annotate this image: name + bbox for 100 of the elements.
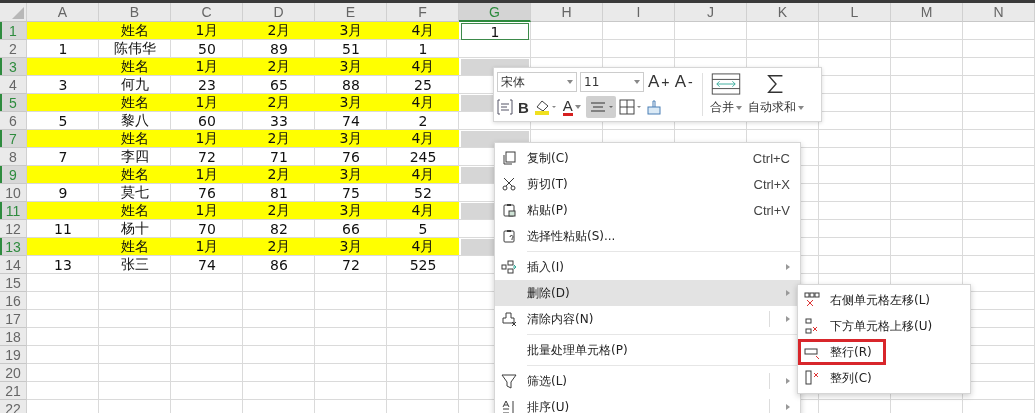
table-cell-text: 89 [269, 40, 289, 57]
caret-icon [634, 80, 640, 84]
table-cell-text: 莫七 [120, 184, 150, 201]
column-header[interactable]: J [675, 3, 747, 22]
table-cell: 1月 [171, 238, 243, 255]
row-header[interactable]: 16 [0, 292, 27, 310]
column-header[interactable]: F [387, 3, 459, 22]
column-header[interactable]: K [747, 3, 819, 22]
table-cell-text: 60 [197, 112, 217, 129]
row-header[interactable]: 20 [0, 364, 27, 382]
caret-icon [798, 105, 804, 110]
menu-item[interactable]: 筛选(L) [495, 368, 800, 394]
column-header[interactable]: N [963, 3, 1035, 22]
caret-icon [574, 105, 581, 109]
font-dropdown[interactable]: 宋体 [497, 72, 577, 92]
column-header[interactable]: E [315, 3, 387, 22]
table-cell: 2月 [243, 22, 315, 39]
menu-item[interactable]: 整行(R) [798, 339, 886, 365]
table-cell-text: 74 [197, 256, 217, 273]
active-cell[interactable]: 1 [461, 23, 529, 40]
row-header[interactable]: 3 [0, 58, 27, 76]
format-painter-icon[interactable] [645, 99, 662, 115]
row-header[interactable]: 18 [0, 328, 27, 346]
row-header[interactable]: 11 [0, 202, 27, 220]
row-header[interactable]: 6 [0, 112, 27, 130]
bold-button[interactable]: B [516, 96, 531, 118]
table-cell-text: 2 [417, 112, 429, 129]
row-header[interactable]: 22 [0, 400, 27, 413]
wrap-text-icon[interactable] [497, 99, 513, 115]
row-header[interactable]: 9 [0, 166, 27, 184]
font-color-button[interactable]: A [560, 96, 583, 118]
column-delete-icon [804, 370, 820, 386]
table-cell: 4月 [387, 22, 459, 39]
row-header[interactable]: 12 [0, 220, 27, 238]
clipboard-icon [501, 202, 517, 218]
borders-icon[interactable] [618, 99, 643, 115]
column-header[interactable]: L [819, 3, 891, 22]
table-cell: 2月 [243, 238, 315, 255]
table-cell: 姓名 [99, 202, 171, 219]
menu-item[interactable]: 右侧单元格左移(L) [798, 287, 970, 313]
table-cell-text: 51 [341, 40, 361, 57]
menu-item[interactable]: 整列(C) [798, 365, 970, 391]
table-cell-text: 72 [341, 256, 361, 273]
menu-item[interactable]: 复制(C) Ctrl+C [495, 145, 800, 171]
row-header[interactable]: 1 [0, 22, 27, 40]
filter-icon [501, 373, 517, 389]
table-cell-text: 13 [53, 256, 73, 273]
menu-item[interactable]: 选择性粘贴(S)... [495, 223, 800, 249]
menu-item[interactable]: 插入(I) [495, 254, 800, 280]
row-header[interactable]: 2 [0, 40, 27, 58]
row-header[interactable]: 19 [0, 346, 27, 364]
table-cell-text: 76 [341, 148, 361, 165]
table-cell-text: 25 [413, 76, 433, 93]
column-header[interactable]: G [459, 3, 531, 22]
row-header[interactable]: 13 [0, 238, 27, 256]
fill-color-icon[interactable] [533, 99, 558, 115]
column-header[interactable]: I [603, 3, 675, 22]
row-header[interactable]: 21 [0, 382, 27, 400]
row-header[interactable]: 5 [0, 94, 27, 112]
table-cell-text: 71 [269, 148, 289, 165]
align-center-icon[interactable] [585, 96, 616, 118]
table-cell: 1月 [171, 58, 243, 75]
table-cell: 姓名 [99, 22, 171, 39]
table-cell-text: 86 [269, 256, 289, 273]
menu-item[interactable]: 粘贴(P) Ctrl+V [495, 197, 800, 223]
table-cell-text: 88 [341, 76, 361, 93]
table-cell: 4月 [387, 94, 459, 111]
row-header[interactable]: 10 [0, 184, 27, 202]
copy-icon [501, 150, 517, 166]
row-header[interactable]: 14 [0, 256, 27, 274]
merge-button[interactable]: 合并 [708, 71, 744, 118]
menu-item[interactable]: 排序(U) [495, 394, 800, 413]
table-cell: 1月 [171, 202, 243, 219]
row-header[interactable]: 4 [0, 76, 27, 94]
menu-item[interactable]: 剪切(T) Ctrl+X [495, 171, 800, 197]
sort-icon [501, 399, 517, 413]
menu-item[interactable]: 清除内容(N) [495, 306, 800, 332]
column-header[interactable]: H [531, 3, 603, 22]
autosum-button[interactable]: 自动求和 [746, 71, 806, 118]
row-header[interactable]: 7 [0, 130, 27, 148]
table-cell-text: 黎八 [120, 112, 150, 129]
table-cell: 2月 [243, 166, 315, 183]
menu-item[interactable]: 批量处理单元格(P) [495, 337, 800, 363]
row-header[interactable]: 8 [0, 148, 27, 166]
menu-item[interactable]: 删除(D) [495, 280, 800, 306]
column-header[interactable]: B [99, 3, 171, 22]
table-cell: 1月 [171, 130, 243, 147]
caret-icon [567, 80, 573, 84]
row-header[interactable]: 17 [0, 310, 27, 328]
column-header[interactable]: D [243, 3, 315, 22]
column-header[interactable]: C [171, 3, 243, 22]
table-cell: 2月 [243, 130, 315, 147]
font-size-dropdown[interactable]: 11 [580, 72, 644, 92]
row-header[interactable]: 15 [0, 274, 27, 292]
column-header[interactable]: M [891, 3, 963, 22]
column-header[interactable]: A [27, 3, 99, 22]
merge-icon [711, 73, 741, 95]
menu-item[interactable]: 下方单元格上移(U) [798, 313, 970, 339]
table-cell: 3月 [315, 238, 387, 255]
table-cell: 1月 [171, 94, 243, 111]
